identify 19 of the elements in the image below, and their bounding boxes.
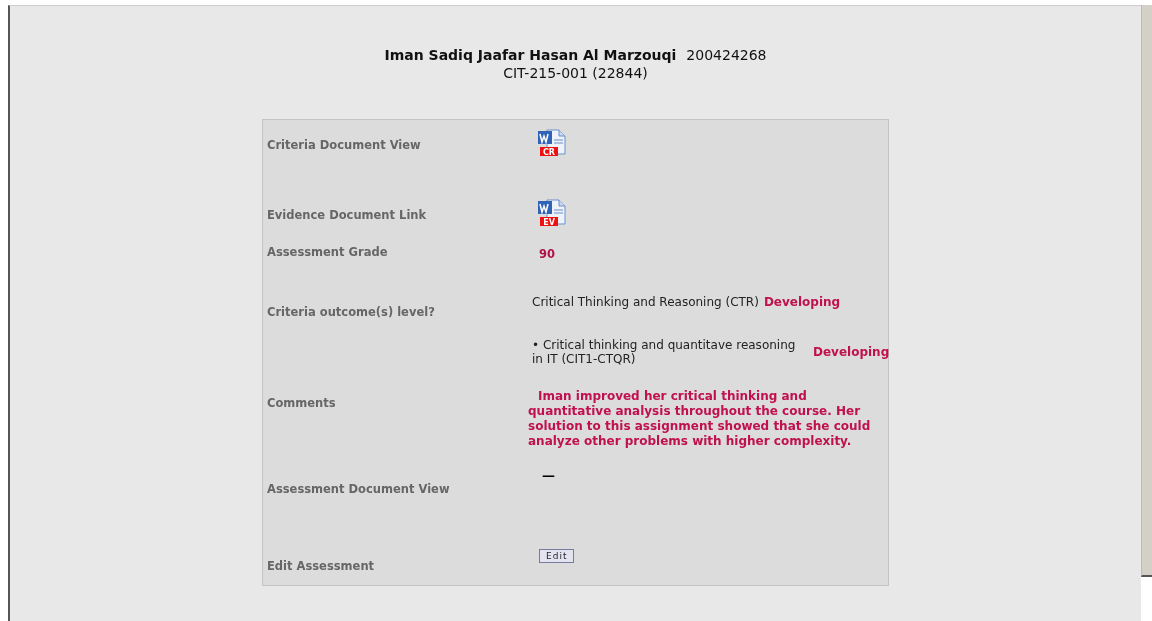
edit-button[interactable]: Edit xyxy=(539,549,575,563)
field-label: Assessment Document View xyxy=(266,482,451,496)
student-name: Iman Sadiq Jaafar Hasan Al Marzouqi xyxy=(384,47,677,63)
field-label: Edit Assessment xyxy=(266,559,376,573)
grade-value: 90 xyxy=(539,247,555,261)
sub-outcome-level: Developing xyxy=(813,345,890,359)
sub-outcome-name: • Critical thinking and quantitave reasoning in IT (CIT1-CTQR) xyxy=(532,338,797,366)
empty-value: — xyxy=(542,468,555,483)
comment-text: Iman improved her critical thinking and quantitative analysis throughout the course. Her solution to this assignment showed that she could analyze other problems with higher complexity. xyxy=(528,389,872,449)
outcome-level: Developing xyxy=(763,295,841,309)
scrollbar[interactable] xyxy=(1141,5,1152,577)
student-id: 200424268 xyxy=(686,47,767,63)
outcome-name: Critical Thinking and Reasoning (CTR) xyxy=(532,295,759,309)
field-label: Criteria outcome(s) level? xyxy=(266,305,436,319)
field-label: Assessment Grade xyxy=(266,245,389,259)
field-label: Evidence Document Link xyxy=(266,208,428,222)
course-code: CIT-215-001 (22844) xyxy=(503,65,648,81)
field-label: Criteria Document View xyxy=(266,138,422,152)
field-label: Comments xyxy=(266,396,337,410)
